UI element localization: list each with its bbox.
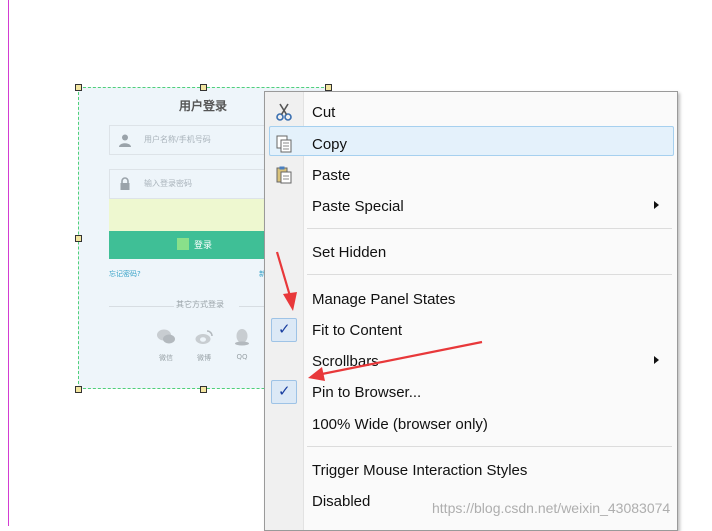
annotation-arrow-2 xyxy=(308,340,483,381)
annotation-arrows xyxy=(275,251,483,381)
watermark: https://blog.csdn.net/weixin_43083074 xyxy=(432,500,671,516)
annotation-arrow-1 xyxy=(275,251,297,311)
